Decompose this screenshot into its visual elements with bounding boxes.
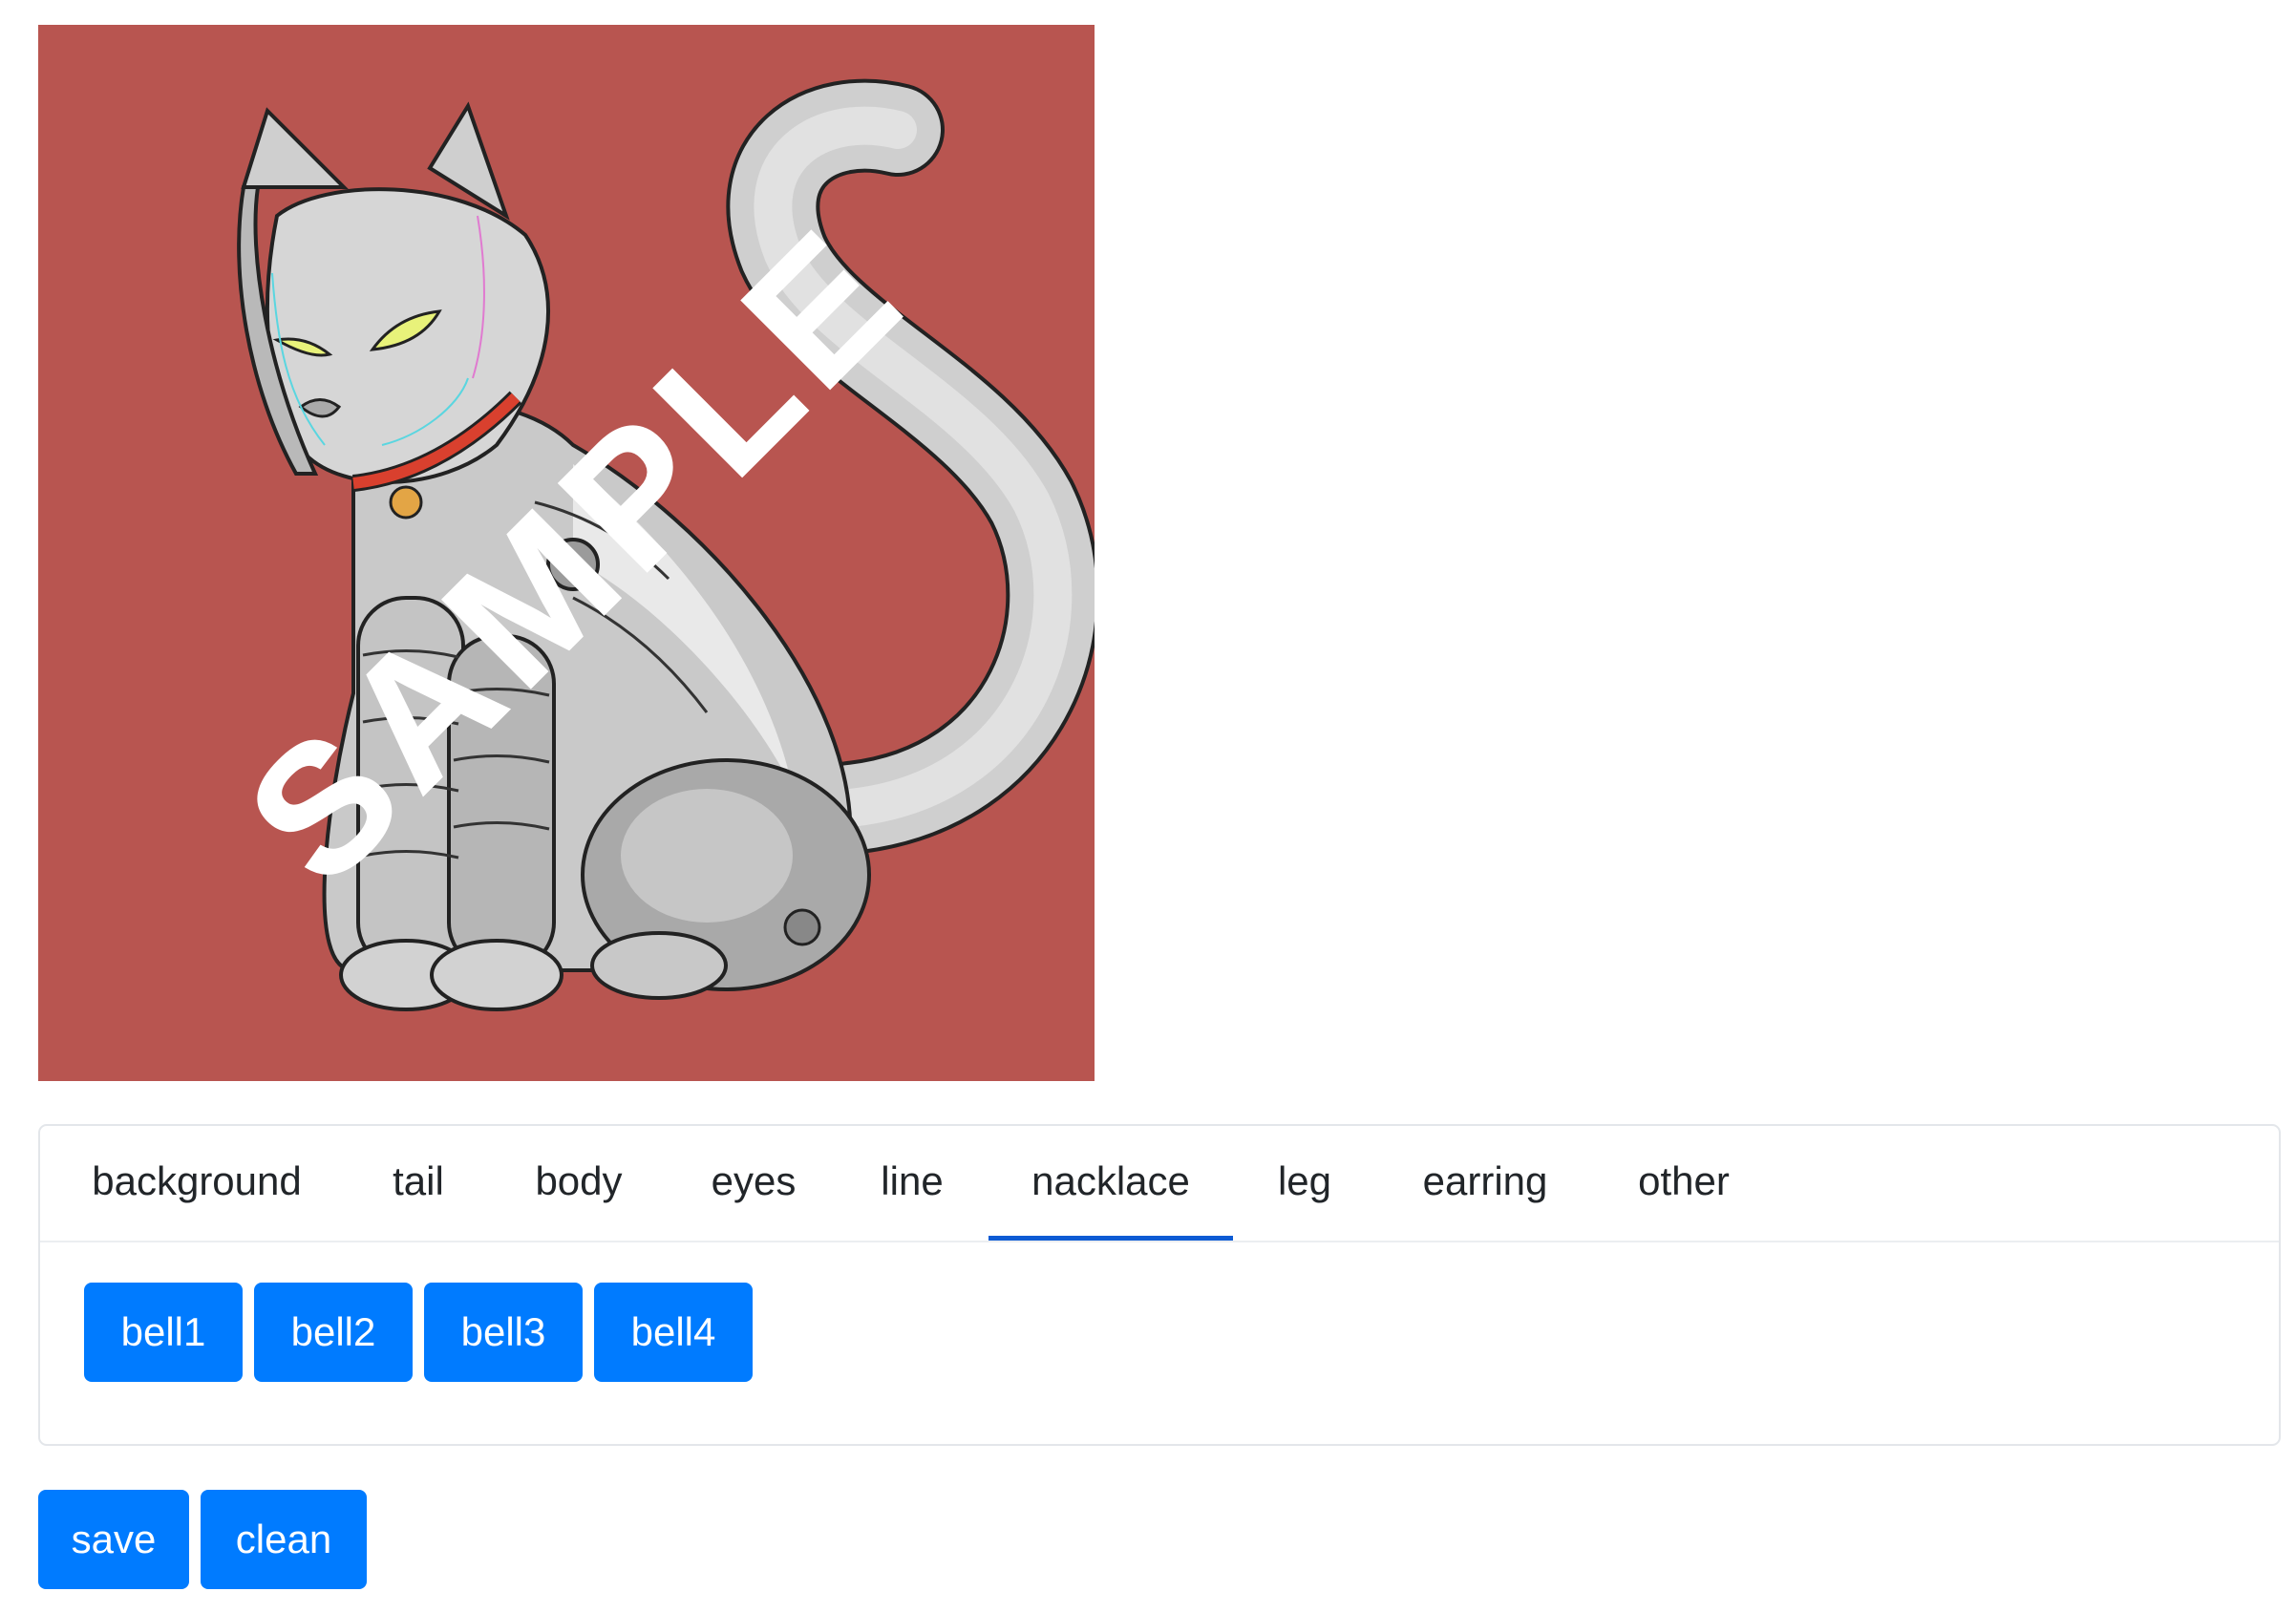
save-button[interactable]: save: [38, 1490, 189, 1589]
tab-leg[interactable]: leg: [1274, 1126, 1335, 1239]
option-bell4-button[interactable]: bell4: [594, 1283, 753, 1382]
robot-cat-illustration: SAMPLE: [38, 25, 1095, 1081]
clean-button[interactable]: clean: [201, 1490, 367, 1589]
trait-tabs: background tail body eyes line nacklace …: [40, 1126, 2279, 1242]
tab-background[interactable]: background: [84, 1126, 309, 1239]
option-bell2-button[interactable]: bell2: [254, 1283, 413, 1382]
tab-eyes[interactable]: eyes: [710, 1126, 797, 1239]
option-bell1-button[interactable]: bell1: [84, 1283, 243, 1382]
option-bell3-button[interactable]: bell3: [424, 1283, 583, 1382]
tab-tail[interactable]: tail: [387, 1126, 450, 1239]
tab-body[interactable]: body: [529, 1126, 628, 1239]
tab-line[interactable]: line: [876, 1126, 948, 1239]
cat-preview-image: SAMPLE: [38, 25, 1095, 1081]
trait-panel: background tail body eyes line nacklace …: [38, 1124, 2281, 1446]
tab-earring[interactable]: earring: [1417, 1126, 1553, 1239]
tab-other[interactable]: other: [1632, 1126, 1735, 1239]
tab-nacklace[interactable]: nacklace: [989, 1126, 1233, 1241]
